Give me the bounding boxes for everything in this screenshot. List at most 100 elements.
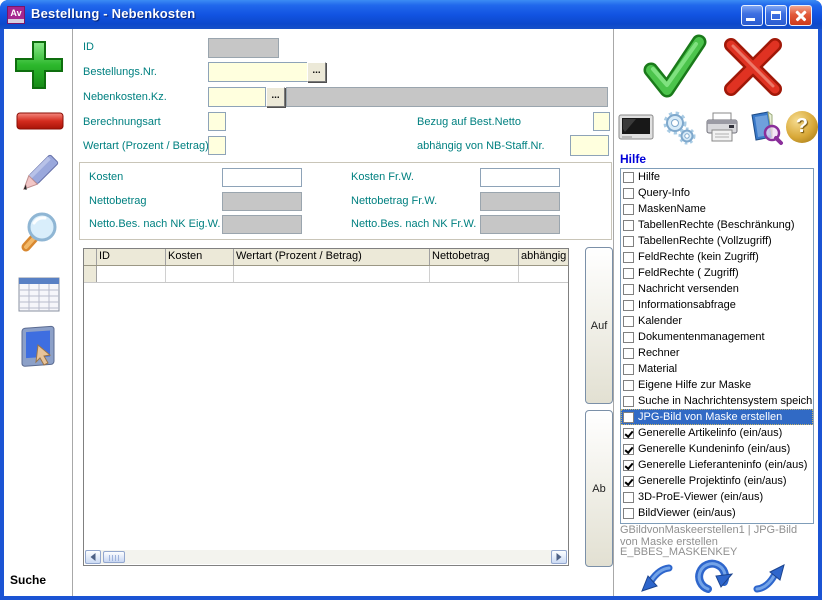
checkbox-icon[interactable] xyxy=(623,332,634,343)
bezug-best-netto-label: Bezug auf Best.Netto xyxy=(417,116,521,128)
list-item[interactable]: Generelle Lieferanteninfo (ein/aus) xyxy=(621,457,813,473)
table-row[interactable] xyxy=(84,266,568,283)
scrollbar-thumb[interactable] xyxy=(103,551,125,563)
checkbox-icon[interactable] xyxy=(623,428,634,439)
help-button[interactable]: ? xyxy=(786,111,818,143)
client-area: Suche ID Bestellungs.Nr. ... Nebenkosten… xyxy=(4,29,818,596)
bestellungsnr-input[interactable] xyxy=(208,62,308,82)
column-header[interactable]: ID xyxy=(97,249,166,265)
list-item-label: FeldRechte ( Zugriff) xyxy=(638,267,739,279)
kosten-frw-input[interactable] xyxy=(480,168,560,187)
list-item-label: JPG-Bild von Maske erstellen xyxy=(638,411,782,423)
bezug-best-netto-input[interactable] xyxy=(593,112,610,131)
list-item[interactable]: FeldRechte ( Zugriff) xyxy=(621,265,813,281)
list-item[interactable]: Dokumentenmanagement xyxy=(621,329,813,345)
checkbox-icon[interactable] xyxy=(623,316,634,327)
list-item[interactable]: Generelle Projektinfo (ein/aus) xyxy=(621,473,813,489)
nav-forward-button[interactable] xyxy=(751,560,787,596)
kosten-input[interactable] xyxy=(222,168,302,187)
checkbox-icon[interactable] xyxy=(623,252,634,263)
wertart-input[interactable] xyxy=(208,136,226,155)
kosten-label: Kosten xyxy=(89,171,123,183)
scroll-left-button[interactable] xyxy=(85,550,101,564)
close-button[interactable] xyxy=(789,5,812,26)
list-item[interactable]: Informationsabfrage xyxy=(621,297,813,313)
delete-button[interactable] xyxy=(15,109,65,133)
list-item[interactable]: Suche in Nachrichtensystem speich xyxy=(621,393,813,409)
berechnungsart-input[interactable] xyxy=(208,112,226,131)
checkbox-icon[interactable] xyxy=(623,444,634,455)
list-item[interactable]: Query-Info xyxy=(621,185,813,201)
list-item[interactable]: Generelle Kundeninfo (ein/aus) xyxy=(621,441,813,457)
nettobetrag-label: Nettobetrag xyxy=(89,195,146,207)
list-item[interactable]: Hilfe xyxy=(621,169,813,185)
list-item[interactable]: 3D-ProE-Viewer (ein/aus) xyxy=(621,489,813,505)
checkbox-icon[interactable] xyxy=(623,284,634,295)
checkbox-icon[interactable] xyxy=(623,220,634,231)
auf-button[interactable]: Auf xyxy=(585,247,613,404)
settings-button[interactable] xyxy=(660,109,698,147)
horizontal-scrollbar[interactable] xyxy=(85,550,567,564)
add-button[interactable] xyxy=(12,38,66,92)
list-item[interactable]: Material xyxy=(621,361,813,377)
list-item[interactable]: MaskenName xyxy=(621,201,813,217)
row-selector-cell[interactable] xyxy=(84,266,97,282)
printer-icon xyxy=(707,113,737,141)
checkbox-icon[interactable] xyxy=(623,204,634,215)
list-item[interactable]: FeldRechte (kein Zugriff) xyxy=(621,249,813,265)
bestellungsnr-lookup-button[interactable]: ... xyxy=(307,62,326,82)
minimize-button[interactable] xyxy=(741,5,763,26)
checkbox-icon[interactable] xyxy=(623,348,634,359)
list-item[interactable]: Eigene Hilfe zur Maske xyxy=(621,377,813,393)
list-item-label: TabellenRechte (Beschränkung) xyxy=(638,219,795,231)
print-button[interactable] xyxy=(704,111,740,145)
checkbox-icon[interactable] xyxy=(623,380,634,391)
checkbox-icon[interactable] xyxy=(623,508,634,519)
nav-refresh-button[interactable] xyxy=(694,556,734,596)
arrow-back-icon xyxy=(642,568,669,591)
select-button[interactable] xyxy=(14,323,66,375)
checkbox-icon[interactable] xyxy=(623,172,634,183)
screen-button[interactable] xyxy=(618,113,654,145)
list-item[interactable]: Rechner xyxy=(621,345,813,361)
list-button[interactable] xyxy=(16,271,62,317)
list-item[interactable]: JPG-Bild von Maske erstellen xyxy=(621,409,813,425)
scroll-right-button[interactable] xyxy=(551,550,567,564)
list-item-label: BildViewer (ein/aus) xyxy=(638,507,736,519)
column-header[interactable]: Wertart (Prozent / Betrag) xyxy=(234,249,430,265)
checkbox-icon[interactable] xyxy=(623,476,634,487)
confirm-button[interactable] xyxy=(641,34,707,102)
ab-button[interactable]: Ab xyxy=(585,410,613,567)
column-header[interactable]: Nettobetrag xyxy=(430,249,519,265)
list-item[interactable]: Generelle Artikelinfo (ein/aus) xyxy=(621,425,813,441)
search-button[interactable] xyxy=(14,209,62,257)
nav-back-button[interactable] xyxy=(638,560,674,596)
arrow-refresh-icon xyxy=(699,564,732,589)
checkbox-icon[interactable] xyxy=(623,236,634,247)
nebenkostenkz-input[interactable] xyxy=(208,87,266,107)
cancel-button[interactable] xyxy=(721,37,785,97)
maximize-button[interactable] xyxy=(765,5,787,26)
edit-button[interactable] xyxy=(14,151,62,199)
checkbox-icon[interactable] xyxy=(623,364,634,375)
list-item[interactable]: Nachricht versenden xyxy=(621,281,813,297)
column-header[interactable]: abhängig v xyxy=(519,249,568,265)
column-header[interactable]: Kosten xyxy=(166,249,234,265)
abhaengig-nb-staff-input[interactable] xyxy=(570,135,609,156)
netto-bes-frw-label: Netto.Bes. nach NK Fr.W. xyxy=(351,218,476,230)
checkbox-icon[interactable] xyxy=(623,268,634,279)
list-item[interactable]: Kalender xyxy=(621,313,813,329)
nebenkostenkz-lookup-button[interactable]: ... xyxy=(266,87,285,107)
list-item[interactable]: TabellenRechte (Beschränkung) xyxy=(621,217,813,233)
list-item-label: FeldRechte (kein Zugriff) xyxy=(638,251,759,263)
list-item[interactable]: BildViewer (ein/aus) xyxy=(621,505,813,521)
checkbox-icon[interactable] xyxy=(623,188,634,199)
netto-bes-frw-field xyxy=(480,215,560,234)
checkbox-icon[interactable] xyxy=(623,396,634,407)
checkbox-icon[interactable] xyxy=(623,412,634,423)
document-search-button[interactable] xyxy=(746,109,784,147)
checkbox-icon[interactable] xyxy=(623,300,634,311)
checkbox-icon[interactable] xyxy=(623,492,634,503)
checkbox-icon[interactable] xyxy=(623,460,634,471)
list-item[interactable]: TabellenRechte (Vollzugriff) xyxy=(621,233,813,249)
